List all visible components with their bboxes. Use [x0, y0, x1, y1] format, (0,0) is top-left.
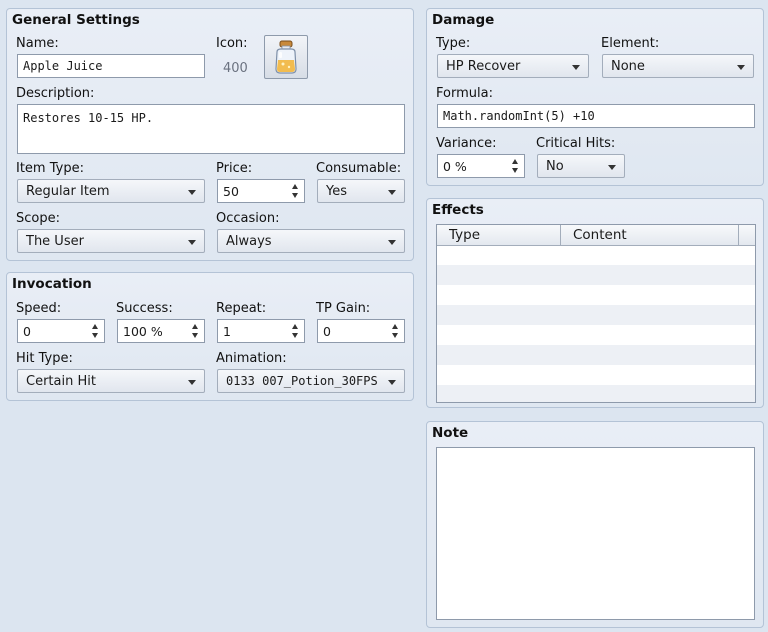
item-type-value: Regular Item — [26, 184, 110, 199]
success-value: 100 % — [123, 324, 163, 339]
item-type-select[interactable]: Regular Item — [17, 179, 205, 203]
icon-index: 400 — [223, 61, 248, 76]
column-header-type-label: Type — [449, 227, 481, 243]
success-stepper[interactable]: 100 % — [117, 319, 205, 343]
tp-gain-value: 0 — [323, 324, 331, 339]
note-panel: Note — [426, 421, 764, 628]
spinner-arrows-icon[interactable] — [91, 322, 101, 340]
formula-input[interactable]: Math.randomInt(5) +10 — [437, 104, 755, 128]
occasion-select[interactable]: Always — [217, 229, 405, 253]
description-value: Restores 10-15 HP. — [23, 111, 154, 125]
price-value: 50 — [223, 184, 239, 199]
table-row[interactable] — [437, 385, 755, 402]
consumable-label: Consumable: — [316, 161, 402, 176]
chevron-down-icon — [188, 240, 196, 245]
icon-picker-button[interactable] — [264, 35, 308, 79]
name-label: Name: — [16, 36, 59, 51]
repeat-value: 1 — [223, 324, 231, 339]
chevron-down-icon — [737, 65, 745, 70]
damage-title: Damage — [432, 12, 495, 28]
damage-panel: Damage Type: HP Recover Element: None Fo… — [426, 8, 764, 186]
spinner-arrows-icon[interactable] — [191, 322, 201, 340]
scope-value: The User — [26, 234, 84, 249]
name-input[interactable]: Apple Juice — [17, 54, 205, 78]
scope-select[interactable]: The User — [17, 229, 205, 253]
formula-value: Math.randomInt(5) +10 — [443, 109, 595, 123]
spinner-arrows-icon[interactable] — [511, 157, 521, 175]
damage-type-label: Type: — [436, 36, 471, 51]
table-row[interactable] — [437, 325, 755, 345]
note-title: Note — [432, 425, 469, 441]
price-label: Price: — [216, 161, 253, 176]
chevron-down-icon — [388, 240, 396, 245]
element-label: Element: — [601, 36, 660, 51]
invocation-panel: Invocation Speed: 0 Success: 100 % Repea… — [6, 272, 414, 401]
column-header-type[interactable]: Type — [437, 225, 561, 245]
variance-value: 0 % — [443, 159, 467, 174]
repeat-stepper[interactable]: 1 — [217, 319, 305, 343]
icon-label: Icon: — [216, 36, 248, 51]
animation-value: 0133 007_Potion_30FPS — [226, 374, 378, 388]
effects-panel: Effects Type Content — [426, 198, 764, 408]
chevron-down-icon — [388, 380, 396, 385]
consumable-value: Yes — [326, 184, 347, 199]
formula-label: Formula: — [436, 86, 493, 101]
chevron-down-icon — [188, 190, 196, 195]
price-stepper[interactable]: 50 — [217, 179, 305, 203]
element-value: None — [611, 59, 645, 74]
table-row[interactable] — [437, 345, 755, 365]
table-row[interactable] — [437, 285, 755, 305]
damage-type-value: HP Recover — [446, 59, 521, 74]
repeat-label: Repeat: — [216, 301, 267, 316]
hit-type-select[interactable]: Certain Hit — [17, 369, 205, 393]
success-label: Success: — [116, 301, 173, 316]
potion-bottle-icon — [275, 40, 297, 74]
speed-label: Speed: — [16, 301, 62, 316]
chevron-down-icon — [608, 165, 616, 170]
general-settings-panel: General Settings Name: Apple Juice Icon:… — [6, 8, 414, 261]
chevron-down-icon — [388, 190, 396, 195]
chevron-down-icon — [188, 380, 196, 385]
column-header-content[interactable]: Content — [561, 225, 739, 245]
column-header-content-label: Content — [573, 227, 627, 243]
critical-hits-select[interactable]: No — [537, 154, 625, 178]
animation-label: Animation: — [216, 351, 287, 366]
description-input[interactable]: Restores 10-15 HP. — [17, 104, 405, 154]
spinner-arrows-icon[interactable] — [291, 182, 301, 200]
damage-type-select[interactable]: HP Recover — [437, 54, 589, 78]
variance-stepper[interactable]: 0 % — [437, 154, 525, 178]
tp-gain-stepper[interactable]: 0 — [317, 319, 405, 343]
critical-hits-label: Critical Hits: — [536, 136, 616, 151]
table-row[interactable] — [437, 365, 755, 385]
chevron-down-icon — [572, 65, 580, 70]
effects-table-header: Type Content — [437, 225, 755, 246]
table-row[interactable] — [437, 245, 755, 265]
note-textarea[interactable] — [436, 447, 755, 620]
description-label: Description: — [16, 86, 95, 101]
item-type-label: Item Type: — [16, 161, 84, 176]
consumable-select[interactable]: Yes — [317, 179, 405, 203]
spinner-arrows-icon[interactable] — [291, 322, 301, 340]
speed-stepper[interactable]: 0 — [17, 319, 105, 343]
tp-gain-label: TP Gain: — [316, 301, 371, 316]
effects-title: Effects — [432, 202, 484, 218]
occasion-label: Occasion: — [216, 211, 280, 226]
hit-type-label: Hit Type: — [16, 351, 73, 366]
scope-label: Scope: — [16, 211, 60, 226]
speed-value: 0 — [23, 324, 31, 339]
occasion-value: Always — [226, 234, 272, 249]
element-select[interactable]: None — [602, 54, 754, 78]
hit-type-value: Certain Hit — [26, 374, 96, 389]
table-row[interactable] — [437, 265, 755, 285]
animation-select[interactable]: 0133 007_Potion_30FPS — [217, 369, 405, 393]
effects-table[interactable]: Type Content — [436, 224, 756, 403]
spinner-arrows-icon[interactable] — [391, 322, 401, 340]
invocation-title: Invocation — [12, 276, 92, 292]
variance-label: Variance: — [436, 136, 497, 151]
name-value: Apple Juice — [23, 59, 103, 73]
table-row[interactable] — [437, 305, 755, 325]
general-settings-title: General Settings — [12, 12, 140, 28]
critical-hits-value: No — [546, 159, 564, 174]
